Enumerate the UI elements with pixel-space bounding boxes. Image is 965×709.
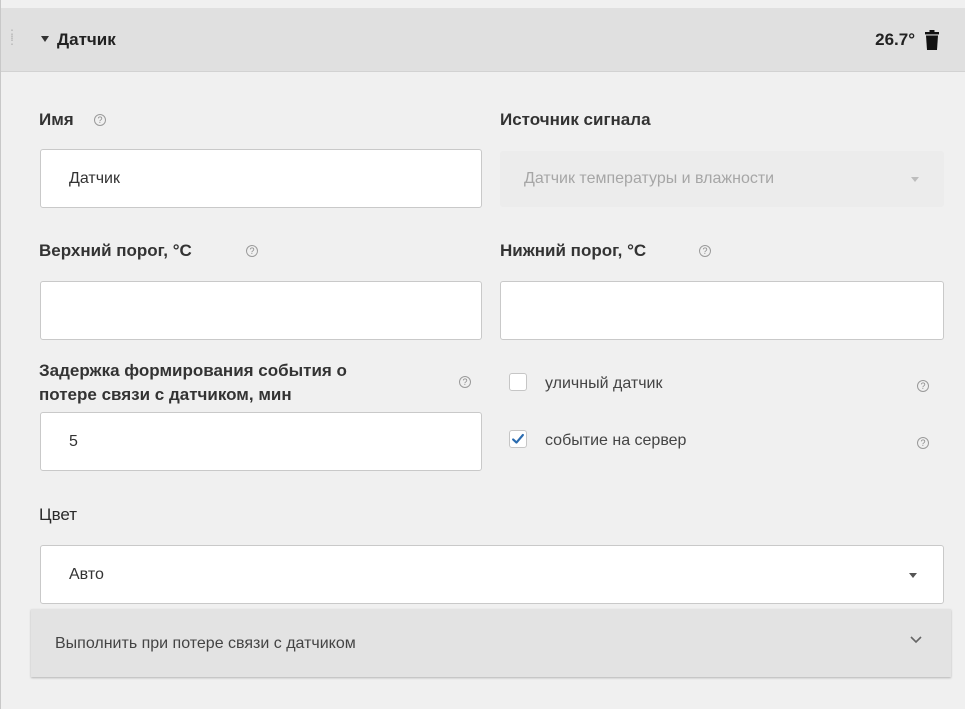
outdoor-sensor-checkbox[interactable] [509,373,527,391]
color-select-value: Авто [69,565,104,583]
help-icon[interactable]: ? [917,380,929,392]
delay-input-value: 5 [69,432,78,450]
lower-threshold-label: Нижний порог, °C [500,241,647,260]
name-input[interactable]: Датчик [40,149,482,208]
checkmark-icon [512,433,524,444]
server-event-checkbox[interactable] [509,430,527,448]
name-input-value: Датчик [69,169,120,187]
outdoor-sensor-label: уличный датчик [545,375,663,392]
on-loss-section-title: Выполнить при потере связи с датчиком [55,635,356,652]
help-icon[interactable]: ? [699,245,711,257]
chevron-down-icon [910,636,922,644]
chevron-down-icon [909,573,917,578]
source-select-value: Датчик температуры и влажности [524,170,775,187]
color-label: Цвет [39,505,78,524]
lower-threshold-input[interactable] [500,281,944,340]
upper-threshold-input[interactable] [40,281,482,340]
trash-icon[interactable] [924,30,940,50]
panel-header[interactable]: ⋮ ⋮ Датчик 26.7° [1,8,965,72]
source-select: Датчик температуры и влажности [500,151,944,207]
source-label: Источник сигнала [500,110,651,129]
drag-handle-icon[interactable]: ⋮ ⋮ [6,28,18,49]
help-icon[interactable]: ? [917,437,929,449]
chevron-down-icon [911,177,919,182]
delay-label-line1: Задержка формирования события о [39,361,347,380]
delay-input[interactable]: 5 [40,412,482,471]
caret-down-icon[interactable] [41,36,49,42]
color-select[interactable]: Авто [40,545,944,604]
panel-title: Датчик [57,30,116,49]
help-icon[interactable]: ? [459,376,471,388]
upper-threshold-label: Верхний порог, °C [39,241,192,260]
server-event-label: событие на сервер [545,432,687,449]
delay-label-line2: потере связи с датчиком, мин [39,385,292,404]
help-icon[interactable]: ? [246,245,258,257]
help-icon[interactable]: ? [94,114,106,126]
on-loss-section-header[interactable]: Выполнить при потере связи с датчиком [31,609,951,677]
temperature-value: 26.7° [875,30,915,49]
sensor-panel: ⋮ ⋮ Датчик 26.7° Имя ? Датчик Источник си… [0,0,965,709]
name-label: Имя [39,110,74,129]
